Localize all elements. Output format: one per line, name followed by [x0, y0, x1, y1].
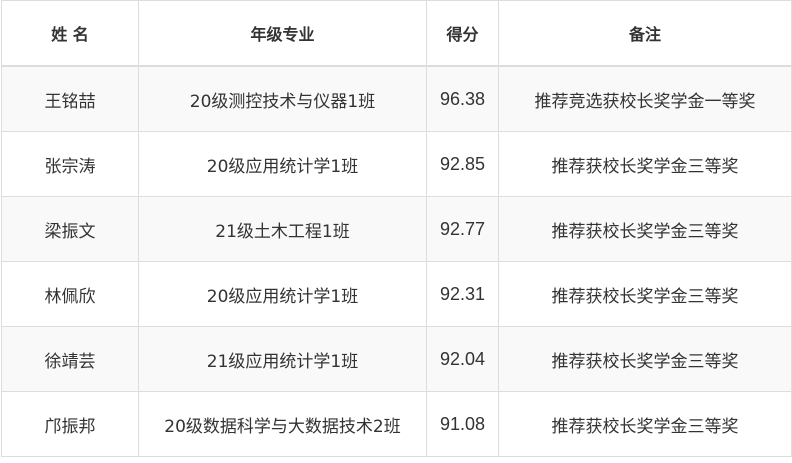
- cell-score: 92.77: [426, 196, 499, 262]
- table-row: 张宗涛 20级应用统计学1班 92.85 推荐获校长奖学金三等奖: [1, 131, 792, 197]
- cell-major: 20级数据科学与大数据技术2班: [138, 391, 427, 457]
- cell-note: 推荐获校长奖学金三等奖: [498, 131, 792, 197]
- cell-note: 推荐获校长奖学金三等奖: [498, 196, 792, 262]
- table-row: 徐靖芸 21级应用统计学1班 92.04 推荐获校长奖学金三等奖: [1, 326, 792, 392]
- cell-major: 21级应用统计学1班: [138, 326, 427, 392]
- cell-score: 91.08: [426, 391, 499, 457]
- cell-major: 20级应用统计学1班: [138, 261, 427, 327]
- table-row: 邝振邦 20级数据科学与大数据技术2班 91.08 推荐获校长奖学金三等奖: [1, 391, 792, 457]
- header-note: 备注: [498, 0, 792, 67]
- table-row: 林佩欣 20级应用统计学1班 92.31 推荐获校长奖学金三等奖: [1, 261, 792, 327]
- cell-note: 推荐竞选获校长奖学金一等奖: [498, 65, 792, 132]
- cell-score: 92.85: [426, 131, 499, 197]
- cell-name: 邝振邦: [1, 391, 139, 457]
- cell-note: 推荐获校长奖学金三等奖: [498, 261, 792, 327]
- cell-score: 92.31: [426, 261, 499, 327]
- cell-name: 梁振文: [1, 196, 139, 262]
- cell-score: 96.38: [426, 65, 499, 132]
- table-header-row: 姓 名 年级专业 得分 备注: [1, 0, 792, 67]
- cell-major: 20级应用统计学1班: [138, 131, 427, 197]
- scholarship-table-container: 姓 名 年级专业 得分 备注 王铭喆 20级测控技术与仪器1班 96.38 推荐…: [0, 0, 792, 463]
- header-score: 得分: [426, 0, 499, 67]
- header-name: 姓 名: [1, 0, 139, 67]
- cell-name: 林佩欣: [1, 261, 139, 327]
- table-row: 王铭喆 20级测控技术与仪器1班 96.38 推荐竞选获校长奖学金一等奖: [1, 65, 792, 132]
- cell-major: 21级土木工程1班: [138, 196, 427, 262]
- scholarship-table: 姓 名 年级专业 得分 备注 王铭喆 20级测控技术与仪器1班 96.38 推荐…: [1, 0, 792, 457]
- cell-major: 20级测控技术与仪器1班: [138, 65, 427, 132]
- cell-name: 张宗涛: [1, 131, 139, 197]
- cell-note: 推荐获校长奖学金三等奖: [498, 326, 792, 392]
- cell-name: 徐靖芸: [1, 326, 139, 392]
- cell-name: 王铭喆: [1, 65, 139, 132]
- header-major: 年级专业: [138, 0, 427, 67]
- cell-score: 92.04: [426, 326, 499, 392]
- table-row: 梁振文 21级土木工程1班 92.77 推荐获校长奖学金三等奖: [1, 196, 792, 262]
- cell-note: 推荐获校长奖学金三等奖: [498, 391, 792, 457]
